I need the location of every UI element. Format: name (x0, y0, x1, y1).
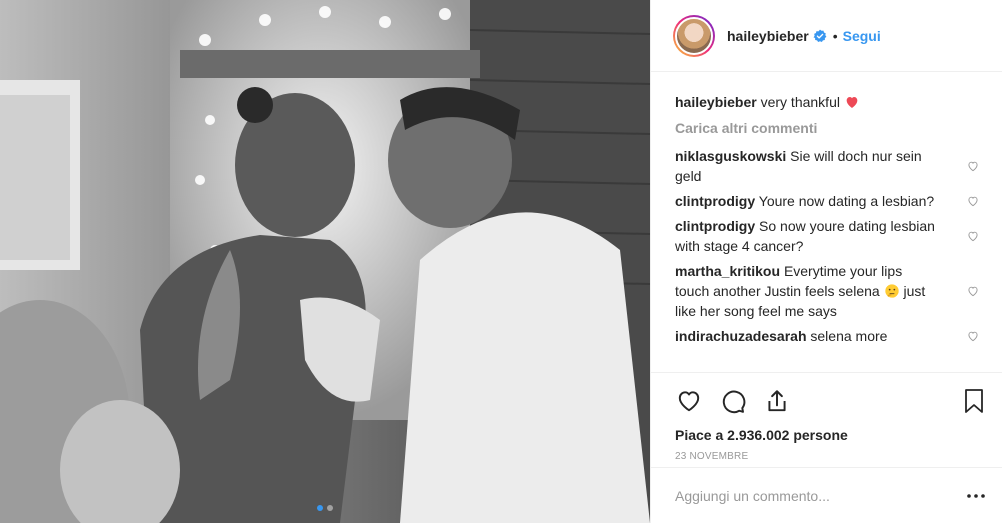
like-button[interactable] (675, 387, 703, 415)
comment-like-heart-icon[interactable] (966, 284, 980, 298)
more-options-icon (967, 493, 985, 498)
comment-text: Youre now dating a lesbian? (758, 193, 935, 209)
comment-username[interactable]: clintprodigy (675, 193, 755, 209)
comment-input[interactable] (675, 487, 964, 504)
comment-username[interactable]: clintprodigy (675, 218, 755, 234)
comment-like-heart-icon[interactable] (966, 159, 980, 173)
comment-item: indirachuzadesarah selena more (675, 326, 980, 346)
post-side-panel: haileybieber • Segui haileybieber very t… (650, 0, 1002, 523)
carousel-indicator (0, 505, 650, 511)
avatar-image (675, 16, 713, 55)
red-heart-emoji-icon (846, 97, 858, 108)
more-options-button[interactable] (964, 484, 988, 508)
header-separator: • (832, 27, 838, 44)
comment-button[interactable] (719, 387, 747, 415)
comment-item: clintprodigy Youre now dating a lesbian? (675, 191, 980, 211)
post-photo[interactable] (0, 0, 650, 523)
post-actions: Piace a 2.936.002 persone 23 NOVEMBRE (651, 372, 1002, 468)
caption-username[interactable]: haileybieber (675, 94, 757, 110)
share-button[interactable] (763, 387, 791, 415)
carousel-dot-active (317, 505, 323, 511)
comment-icon (722, 390, 746, 414)
author-username[interactable]: haileybieber (727, 28, 809, 44)
comment-item: niklasguskowski Sie will doch nur sein g… (675, 146, 980, 186)
caption-text: very thankful (760, 94, 840, 110)
comment-username[interactable]: martha_kritikou (675, 263, 780, 279)
comment-username[interactable]: niklasguskowski (675, 148, 786, 164)
comment-like-heart-icon[interactable] (966, 329, 980, 343)
author-avatar[interactable] (673, 14, 715, 57)
comment-like-heart-icon[interactable] (966, 194, 980, 208)
load-more-comments-link[interactable]: Carica altri commenti (675, 120, 980, 136)
share-icon (768, 390, 786, 412)
comment-like-heart-icon[interactable] (966, 229, 980, 243)
save-button[interactable] (960, 387, 988, 415)
carousel-dot (327, 505, 333, 511)
post-header: haileybieber • Segui (651, 0, 1002, 72)
comment-item: martha_kritikou Everytime your lips touc… (675, 261, 980, 321)
add-comment-bar (651, 467, 1002, 523)
comment-item: clintprodigy So now youre dating lesbian… (675, 216, 980, 256)
heart-icon (678, 391, 700, 412)
verified-badge-icon (813, 29, 827, 42)
bookmark-icon (965, 389, 983, 413)
thinking-face-emoji-icon (884, 284, 899, 298)
follow-button[interactable]: Segui (843, 28, 881, 44)
photo-image (0, 0, 650, 523)
comment-username[interactable]: indirachuzadesarah (675, 328, 807, 344)
comments-list[interactable]: haileybieber very thankful Carica altri … (651, 72, 1002, 372)
likes-count[interactable]: Piace a 2.936.002 persone (675, 427, 988, 443)
post-caption: haileybieber very thankful (675, 92, 980, 112)
comment-text: selena more (810, 328, 888, 344)
post-date[interactable]: 23 NOVEMBRE (675, 451, 988, 462)
